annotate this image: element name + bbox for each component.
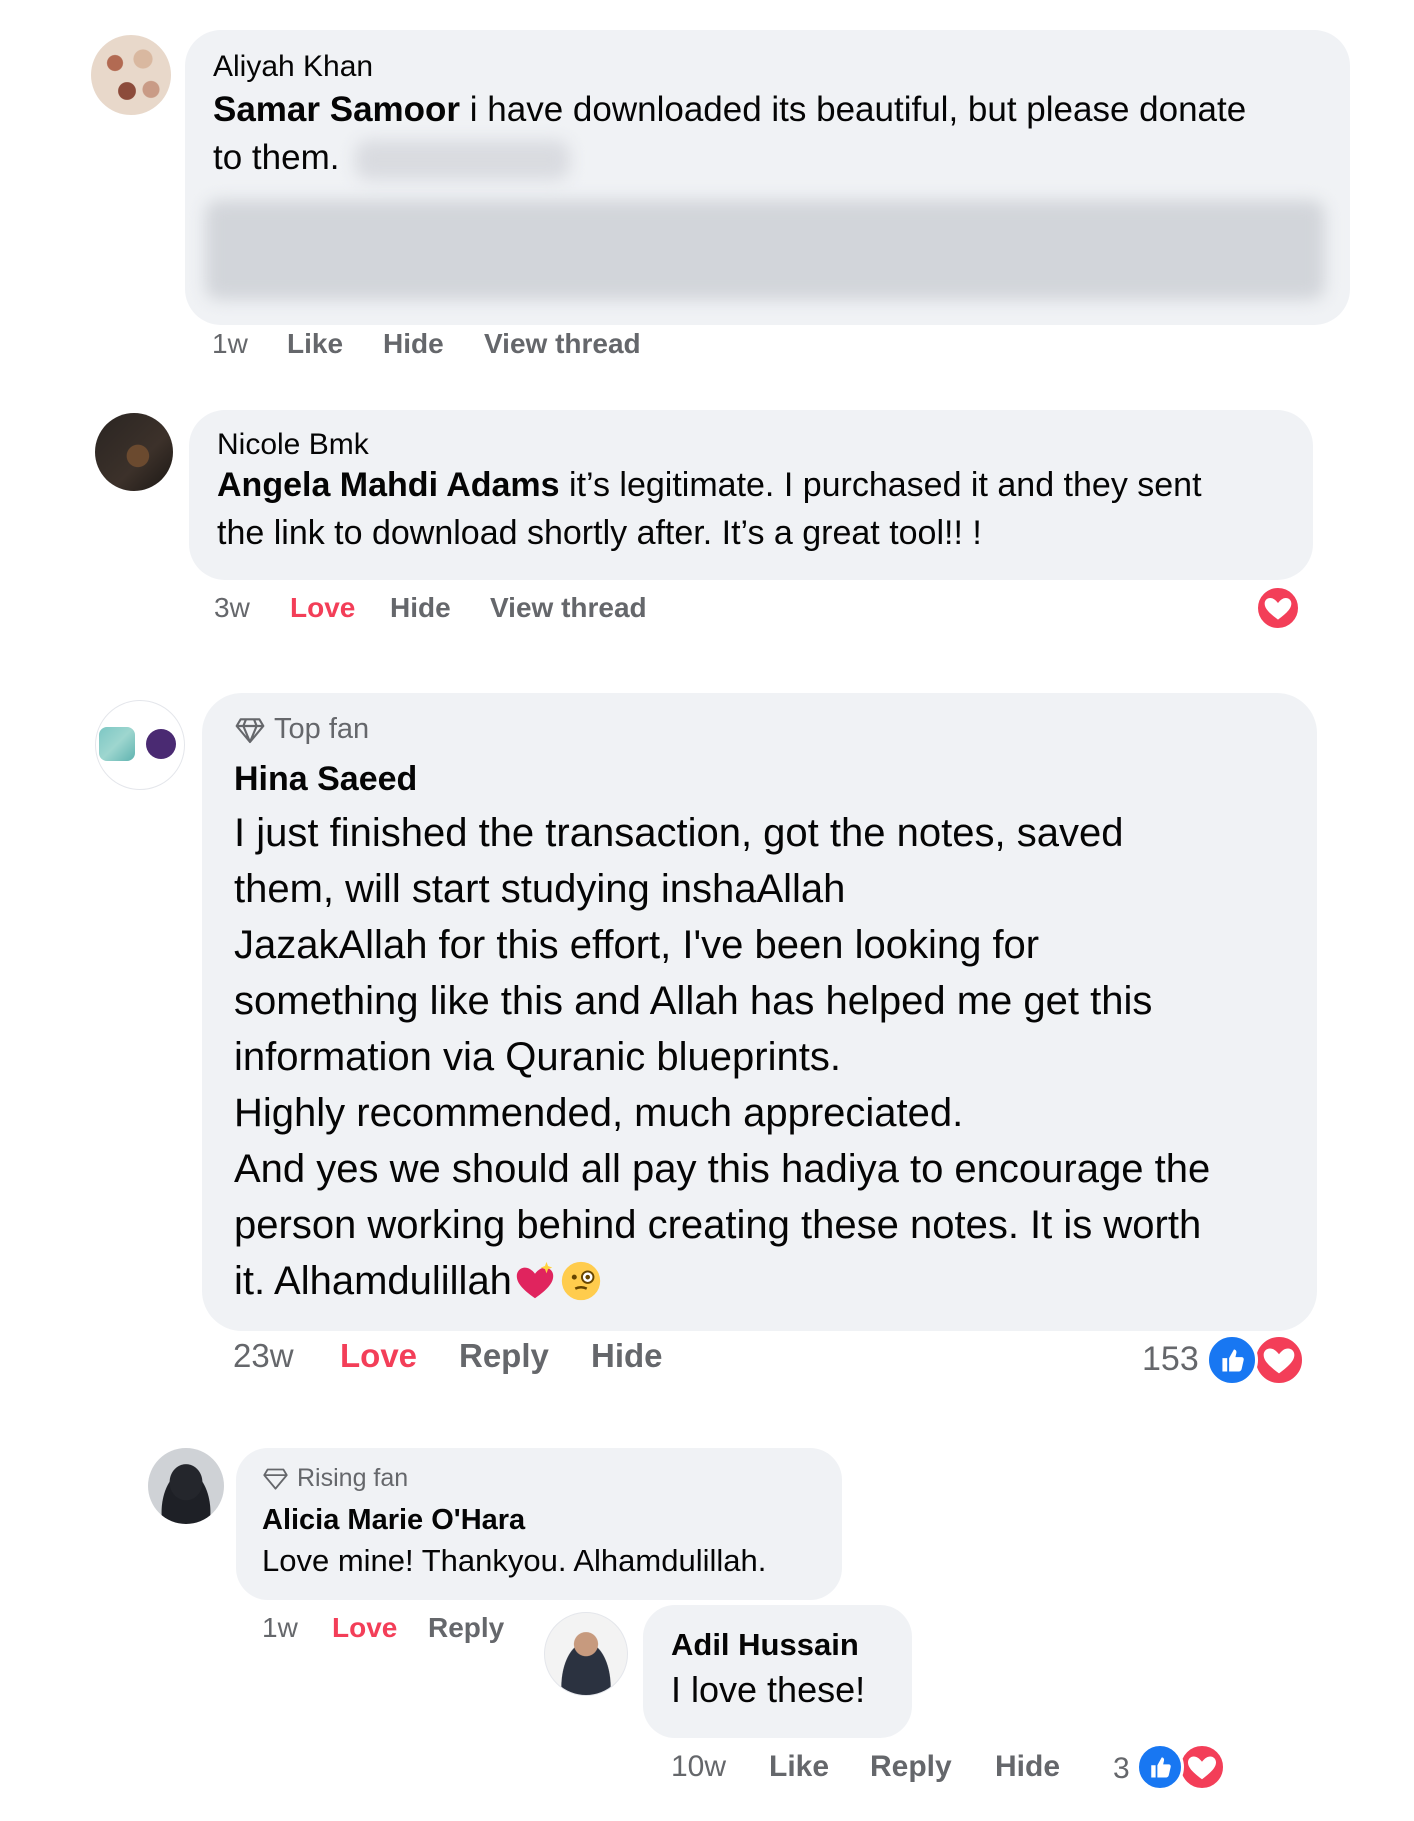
comment-text-line: person working behind creating these not… (234, 1203, 1202, 1247)
mention-link[interactable]: Angela Mahdi Adams (217, 466, 560, 504)
top-fan-badge: Top fan (234, 713, 369, 746)
reaction-count[interactable]: 153 (1142, 1340, 1199, 1379)
comment-time[interactable]: 10w (671, 1750, 726, 1784)
badge-label: Top fan (274, 713, 370, 745)
avatar[interactable] (544, 1612, 628, 1696)
comment-text-line: the link to download shortly after. It’s… (217, 514, 982, 552)
comment-text-line: Highly recommended, much appreciated. (234, 1091, 964, 1135)
view-thread-link[interactable]: View thread (484, 328, 641, 360)
comment-time[interactable]: 1w (262, 1612, 298, 1644)
comment-text-line: it’s legitimate. I purchased it and they… (559, 466, 1202, 504)
comment-time[interactable]: 23w (233, 1337, 294, 1375)
love-button[interactable]: Love (340, 1337, 417, 1375)
comment-author[interactable]: Adil Hussain (671, 1627, 859, 1663)
comment-text: I just finished the transaction, got the… (234, 805, 1210, 1309)
comment-text-line: them, will start studying inshaAllah (234, 867, 846, 911)
comment-author[interactable]: Hina Saeed (234, 760, 417, 799)
reply-bubble: Rising fan Alicia Marie O'Hara Love mine… (236, 1448, 842, 1600)
view-thread-link[interactable]: View thread (490, 592, 647, 624)
face-with-monocle-emoji-icon (561, 1261, 601, 1301)
reply-button[interactable]: Reply (459, 1337, 549, 1375)
comment-text: Samar Samoor i have downloaded its beaut… (213, 90, 1246, 130)
like-button[interactable]: Like (769, 1750, 829, 1784)
comment-text-line: to them. (213, 138, 340, 177)
comment-author[interactable]: Alicia Marie O'Hara (262, 1504, 525, 1537)
hide-button[interactable]: Hide (383, 328, 444, 360)
redacted-area (205, 200, 1325, 300)
reaction-count[interactable]: 3 (1113, 1752, 1130, 1786)
avatar[interactable] (95, 413, 173, 491)
comment-text-line: JazakAllah for this effort, I've been lo… (234, 923, 1040, 967)
comment-author[interactable]: Aliyah Khan (213, 50, 373, 84)
comment-text-line: I just finished the transaction, got the… (234, 811, 1124, 855)
reply-button[interactable]: Reply (870, 1750, 952, 1784)
like-reaction-icon[interactable] (1136, 1743, 1184, 1791)
comment-text: I love these! (671, 1669, 866, 1710)
diamond-icon (235, 717, 265, 743)
avatar[interactable] (91, 35, 171, 115)
reply-bubble: Adil Hussain I love these! (643, 1605, 912, 1738)
comment-text: Love mine! Thankyou. Alhamdulillah. (262, 1543, 767, 1578)
love-button[interactable]: Love (290, 592, 355, 624)
reply-button[interactable]: Reply (428, 1612, 504, 1644)
hide-button[interactable]: Hide (995, 1750, 1060, 1784)
like-reaction-icon[interactable] (1206, 1334, 1258, 1386)
comment-author[interactable]: Nicole Bmk (217, 428, 369, 462)
comment-bubble: Aliyah Khan Samar Samoor i have download… (185, 30, 1350, 325)
love-reaction-icon[interactable] (1178, 1743, 1226, 1791)
comment-text-line: something like this and Allah has helped… (234, 979, 1153, 1023)
comment-bubble: Top fan Hina Saeed I just finished the t… (202, 693, 1317, 1331)
mention-link[interactable]: Samar Samoor (213, 90, 460, 129)
comment-text-line: And yes we should all pay this hadiya to… (234, 1147, 1211, 1191)
love-reaction-icon[interactable] (1253, 1334, 1305, 1386)
rising-fan-badge: Rising fan (262, 1464, 408, 1493)
love-button[interactable]: Love (332, 1612, 397, 1644)
sparkling-heart-emoji-icon (516, 1261, 554, 1299)
avatar[interactable] (95, 700, 185, 790)
comment-text-line: it. Alhamdulillah (234, 1259, 512, 1303)
avatar[interactable] (148, 1448, 224, 1524)
comment-time[interactable]: 3w (214, 592, 250, 624)
hide-button[interactable]: Hide (591, 1337, 663, 1375)
comment-time[interactable]: 1w (212, 328, 248, 360)
comment-bubble: Nicole Bmk Angela Mahdi Adams it’s legit… (189, 410, 1313, 580)
rising-fan-icon (263, 1468, 288, 1490)
comment-text-line: i have downloaded its beautiful, but ple… (460, 90, 1247, 129)
redacted-area (355, 140, 570, 180)
like-button[interactable]: Like (287, 328, 343, 360)
comment-text: Angela Mahdi Adams it’s legitimate. I pu… (217, 466, 1202, 505)
love-reaction-icon[interactable] (1255, 585, 1301, 631)
badge-label: Rising fan (297, 1464, 409, 1492)
comment-text-line-last: it. Alhamdulillah (234, 1253, 1210, 1309)
hide-button[interactable]: Hide (390, 592, 451, 624)
comment-text-line: information via Quranic blueprints. (234, 1035, 841, 1079)
